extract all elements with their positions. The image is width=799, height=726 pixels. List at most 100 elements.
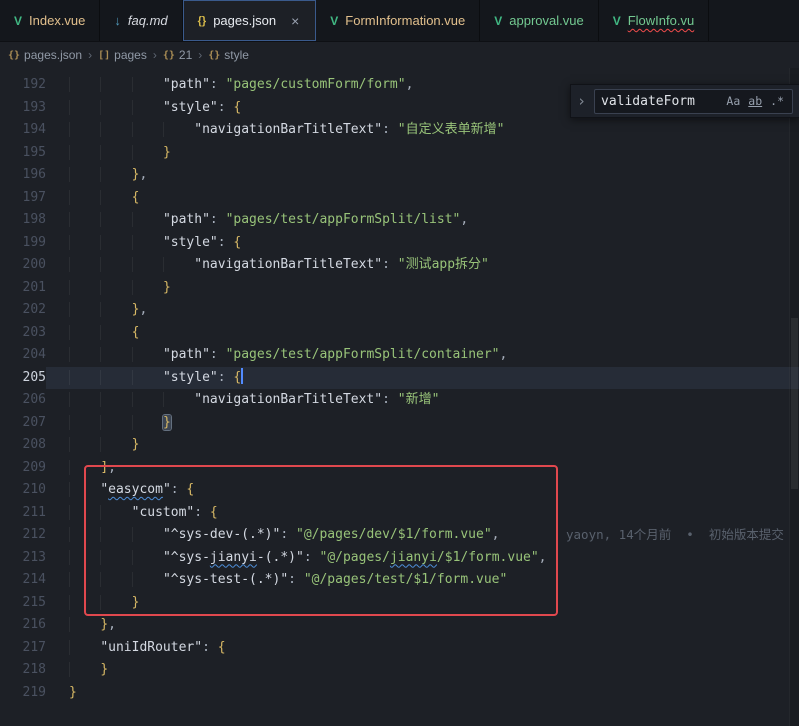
- close-icon[interactable]: ×: [289, 14, 301, 28]
- code-line-content[interactable]: ],: [46, 457, 799, 480]
- line-number[interactable]: 219: [0, 682, 46, 705]
- code-line-217[interactable]: 217 "uniIdRouter": {: [0, 637, 799, 660]
- tab-approval-vue[interactable]: Vapproval.vue: [480, 0, 598, 41]
- line-number[interactable]: 218: [0, 659, 46, 682]
- find-input[interactable]: [599, 93, 722, 110]
- line-number[interactable]: 203: [0, 322, 46, 345]
- code-line-content[interactable]: },: [46, 164, 799, 187]
- code-line-content[interactable]: "easycom": {: [46, 479, 799, 502]
- code-line-content[interactable]: {: [46, 187, 799, 210]
- regex-icon[interactable]: .*: [766, 88, 788, 115]
- code-line-content[interactable]: },: [46, 299, 799, 322]
- line-number[interactable]: 198: [0, 209, 46, 232]
- line-number[interactable]: 213: [0, 547, 46, 570]
- scrollbar[interactable]: [789, 68, 799, 726]
- line-number[interactable]: 204: [0, 344, 46, 367]
- code-line-content[interactable]: "^sys-jianyi-(.*)": "@/pages/jianyi/$1/f…: [46, 547, 799, 570]
- line-number[interactable]: 208: [0, 434, 46, 457]
- code-line-content[interactable]: },: [46, 614, 799, 637]
- code-line-content[interactable]: }: [46, 592, 799, 615]
- breadcrumb-item-pages.json[interactable]: {}pages.json: [8, 48, 82, 62]
- code-line-205[interactable]: 205 "style": {: [0, 367, 799, 390]
- code-line-206[interactable]: 206 "navigationBarTitleText": "新增": [0, 389, 799, 412]
- code-line-content[interactable]: "navigationBarTitleText": "自定义表单新增": [46, 119, 799, 142]
- line-number[interactable]: 210: [0, 479, 46, 502]
- line-number[interactable]: 194: [0, 119, 46, 142]
- code-line-211[interactable]: 211 "custom": {: [0, 502, 799, 525]
- line-number[interactable]: 212: [0, 524, 46, 547]
- code-line-content[interactable]: }: [46, 142, 799, 165]
- code-line-196[interactable]: 196 },: [0, 164, 799, 187]
- line-number[interactable]: 214: [0, 569, 46, 592]
- code-line-201[interactable]: 201 }: [0, 277, 799, 300]
- line-number[interactable]: 205: [0, 367, 46, 390]
- tab-forminformation-vue[interactable]: VFormInformation.vue: [316, 0, 480, 41]
- code-line-215[interactable]: 215 }: [0, 592, 799, 615]
- code-line-content[interactable]: }: [46, 434, 799, 457]
- tab-pages-json[interactable]: {}pages.json×: [183, 0, 317, 41]
- whole-word-icon[interactable]: ab: [744, 88, 766, 115]
- code-line-content[interactable]: {: [46, 322, 799, 345]
- code-line-219[interactable]: 219}: [0, 682, 799, 705]
- code-line-197[interactable]: 197 {: [0, 187, 799, 210]
- code-line-content[interactable]: "uniIdRouter": {: [46, 637, 799, 660]
- tab-index-vue[interactable]: VIndex.vue: [0, 0, 100, 41]
- code-line-content[interactable]: "style": {: [46, 367, 799, 390]
- line-number[interactable]: 201: [0, 277, 46, 300]
- code-line-content[interactable]: }: [46, 412, 799, 435]
- code-line-content[interactable]: }: [46, 682, 799, 705]
- code-line-210[interactable]: 210 "easycom": {: [0, 479, 799, 502]
- line-number[interactable]: 199: [0, 232, 46, 255]
- line-number[interactable]: 196: [0, 164, 46, 187]
- code-line-216[interactable]: 216 },: [0, 614, 799, 637]
- breadcrumb-item-pages[interactable]: []pages: [98, 48, 147, 62]
- tab-faq-md[interactable]: ↓faq.md: [100, 0, 182, 41]
- line-number[interactable]: 215: [0, 592, 46, 615]
- line-number[interactable]: 197: [0, 187, 46, 210]
- code-line-209[interactable]: 209 ],: [0, 457, 799, 480]
- code-line-content[interactable]: "navigationBarTitleText": "测试app拆分": [46, 254, 799, 277]
- code-line-202[interactable]: 202 },: [0, 299, 799, 322]
- line-number[interactable]: 193: [0, 97, 46, 120]
- line-number[interactable]: 202: [0, 299, 46, 322]
- code-line-content[interactable]: "style": {: [46, 232, 799, 255]
- code-line-content[interactable]: "^sys-dev-(.*)": "@/pages/dev/$1/form.vu…: [46, 524, 799, 547]
- line-number[interactable]: 200: [0, 254, 46, 277]
- code-line-208[interactable]: 208 }: [0, 434, 799, 457]
- code-line-content[interactable]: "path": "pages/test/appFormSplit/list",: [46, 209, 799, 232]
- toggle-replace-chevron-icon[interactable]: ›: [577, 90, 589, 113]
- code-line-content[interactable]: "navigationBarTitleText": "新增": [46, 389, 799, 412]
- code-line-204[interactable]: 204 "path": "pages/test/appFormSplit/con…: [0, 344, 799, 367]
- code-line-212[interactable]: 212 "^sys-dev-(.*)": "@/pages/dev/$1/for…: [0, 524, 799, 547]
- match-case-icon[interactable]: Aa: [722, 88, 744, 115]
- line-number[interactable]: 195: [0, 142, 46, 165]
- line-number[interactable]: 207: [0, 412, 46, 435]
- code-line-198[interactable]: 198 "path": "pages/test/appFormSplit/lis…: [0, 209, 799, 232]
- line-number[interactable]: 206: [0, 389, 46, 412]
- code-line-195[interactable]: 195 }: [0, 142, 799, 165]
- indent-guide: [100, 302, 131, 317]
- code-line-content[interactable]: }: [46, 659, 799, 682]
- editor[interactable]: 192 "path": "pages/customForm/form",193 …: [0, 68, 799, 726]
- code-line-207[interactable]: 207 }: [0, 412, 799, 435]
- code-line-content[interactable]: "^sys-test-(.*)": "@/pages/test/$1/form.…: [46, 569, 799, 592]
- tab-flowinfo-vu[interactable]: VFlowInfo.vu: [599, 0, 710, 41]
- code-line-214[interactable]: 214 "^sys-test-(.*)": "@/pages/test/$1/f…: [0, 569, 799, 592]
- scrollbar-thumb[interactable]: [791, 318, 798, 489]
- breadcrumb-item-21[interactable]: {}21: [163, 48, 192, 62]
- line-number[interactable]: 216: [0, 614, 46, 637]
- code-line-194[interactable]: 194 "navigationBarTitleText": "自定义表单新增": [0, 119, 799, 142]
- line-number[interactable]: 211: [0, 502, 46, 525]
- code-line-203[interactable]: 203 {: [0, 322, 799, 345]
- code-line-content[interactable]: "path": "pages/test/appFormSplit/contain…: [46, 344, 799, 367]
- line-number[interactable]: 217: [0, 637, 46, 660]
- code-line-199[interactable]: 199 "style": {: [0, 232, 799, 255]
- line-number[interactable]: 209: [0, 457, 46, 480]
- breadcrumb-item-style[interactable]: {}style: [208, 48, 249, 62]
- code-line-213[interactable]: 213 "^sys-jianyi-(.*)": "@/pages/jianyi/…: [0, 547, 799, 570]
- code-line-218[interactable]: 218 }: [0, 659, 799, 682]
- code-line-200[interactable]: 200 "navigationBarTitleText": "测试app拆分": [0, 254, 799, 277]
- code-line-content[interactable]: }: [46, 277, 799, 300]
- line-number[interactable]: 192: [0, 74, 46, 97]
- code-line-content[interactable]: "custom": {: [46, 502, 799, 525]
